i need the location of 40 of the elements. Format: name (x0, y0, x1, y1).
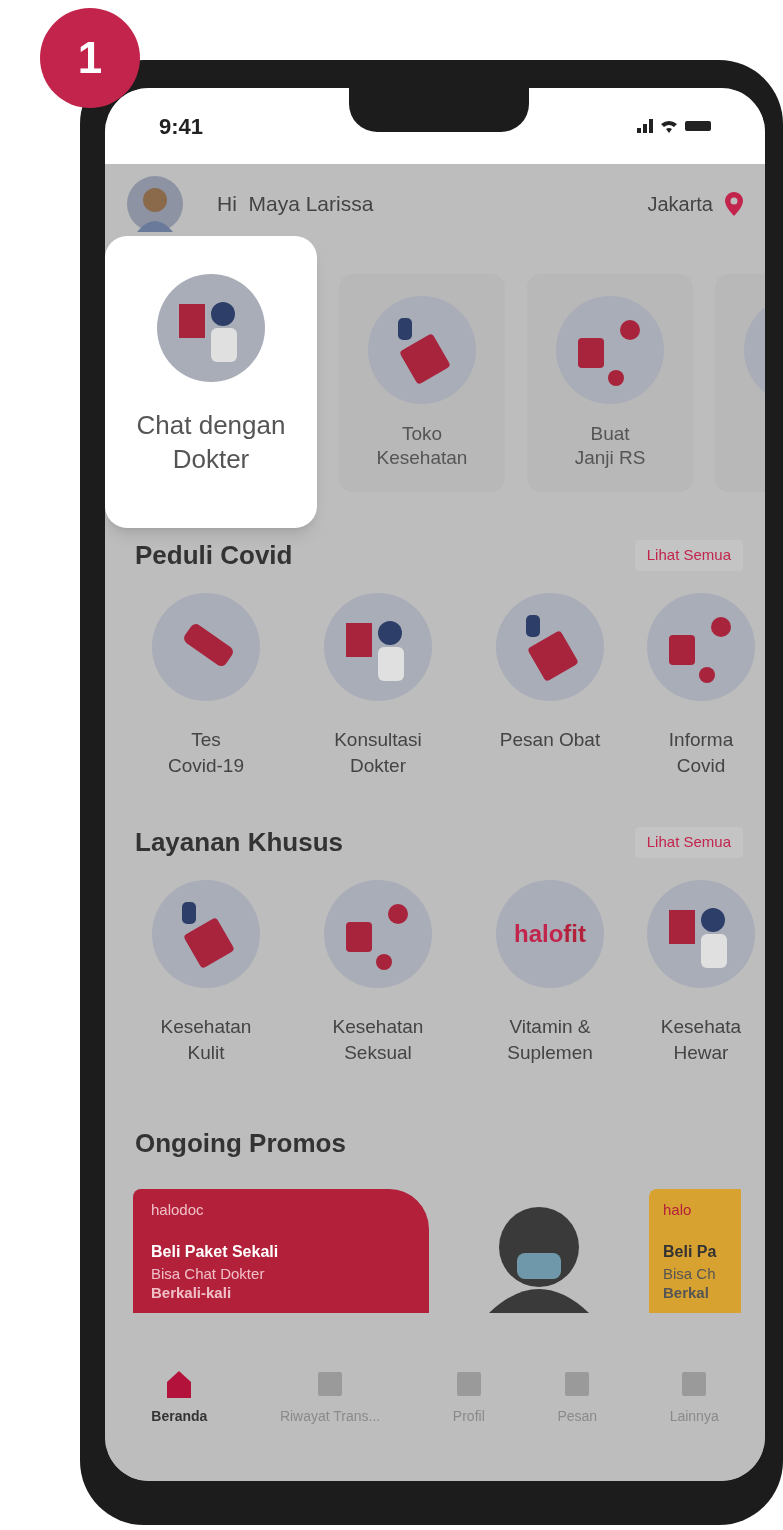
section-title: Peduli Covid (135, 539, 293, 572)
promo-headline: Beli Paket Sekali (151, 1241, 280, 1262)
promo-text: Bisa Ch (663, 1263, 717, 1283)
service-label: Kesehatan Seksual (332, 1015, 424, 1065)
wifi-icon (661, 119, 677, 133)
promo-headline: Beli Pa (663, 1241, 718, 1262)
service-card[interactable]: Buat Janji RS (527, 274, 693, 492)
service-label: Konsultasi Dokter (334, 728, 422, 778)
avatar-icon (127, 176, 183, 232)
service-label: Kesehata Hewar (660, 1015, 742, 1065)
promo-text: Berkal (663, 1282, 710, 1302)
service-label: Buat Janji RS (574, 422, 646, 470)
see-all-link[interactable]: Lihat Semua (634, 827, 743, 858)
step-badge: 1 (40, 8, 140, 108)
see-all-link[interactable]: Lihat Semua (634, 540, 743, 571)
service-label: Informa Covid (668, 728, 734, 778)
brand-logo-text: halodoc (151, 1200, 205, 1220)
section-title: Layanan Khusus (135, 826, 344, 859)
status-time: 9:41 (159, 112, 204, 141)
service-label: Tes Covid-19 (167, 728, 244, 778)
promo-text: Bisa Chat Dokter (151, 1263, 266, 1283)
promo-text: Berkali-kali (151, 1282, 233, 1302)
service-label: Chat dengan Dokter (136, 409, 286, 476)
section-title: Ongoing Promos (134, 1127, 347, 1160)
promo-banner[interactable]: halo Beli Pa Bisa Ch Berkal (649, 1189, 741, 1313)
logo-text: halofit (514, 919, 586, 949)
service-card[interactable]: Toko Kesehatan (339, 274, 505, 492)
battery-icon (685, 121, 711, 131)
nav-tab[interactable]: Beranda (151, 1367, 208, 1427)
service-label: Pesan Obat (499, 728, 601, 752)
location-text: Jakarta (647, 192, 713, 217)
greeting-text: Hi Maya Larissa (217, 191, 374, 218)
service-card[interactable]: Chat dengan Dokter (105, 236, 317, 528)
location-pin-icon[interactable] (725, 192, 743, 216)
brand-logo-text: halo (663, 1200, 693, 1220)
service-label: Kesehatan Kulit (160, 1015, 252, 1065)
signal-icon (637, 119, 653, 133)
promo-banner[interactable]: halodoc Beli Paket Sekali Bisa Chat Dokter Berkali-kali (133, 1189, 429, 1313)
service-label: Toko Kesehatan (376, 422, 468, 470)
service-label: Vitamin & Suplemen (507, 1015, 593, 1065)
